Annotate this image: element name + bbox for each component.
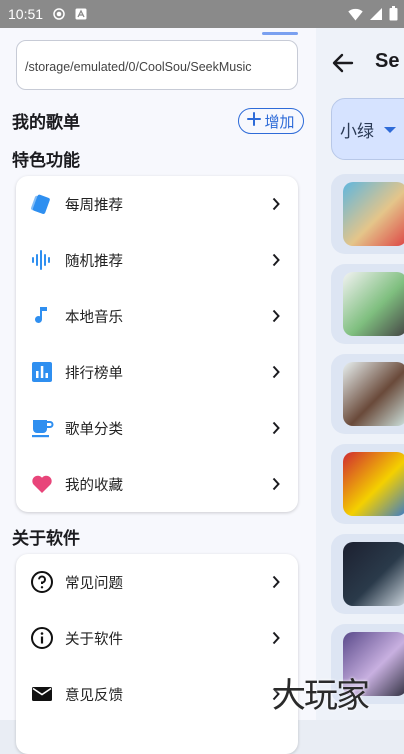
source-select-value: 小绿 (340, 122, 374, 142)
feature-item-charts[interactable]: 排行榜单 (16, 344, 298, 400)
weekly-card-icon (28, 190, 56, 218)
field-accent (262, 32, 298, 35)
storage-path-input[interactable] (23, 54, 295, 80)
feature-item-categories[interactable]: 歌单分类 (16, 400, 298, 456)
chevron-right-icon (272, 574, 280, 589)
chevron-right-icon (272, 196, 280, 211)
watermark-logo: 大玩家 (272, 676, 370, 716)
cover-thumbnail (343, 362, 404, 426)
feature-item-label: 本地音乐 (65, 310, 123, 326)
cover-thumbnail (343, 182, 404, 246)
chevron-right-icon (272, 420, 280, 435)
source-select[interactable]: 小绿 (331, 98, 404, 160)
my-playlists-title: 我的歌单 (12, 113, 80, 133)
status-time: 10:51 (8, 6, 44, 22)
heart-icon (28, 470, 56, 498)
feature-item-label: 每周推荐 (65, 198, 123, 214)
feature-item-label: 排行榜单 (65, 366, 123, 382)
chevron-right-icon (272, 630, 280, 645)
navigation-drawer: 我的歌单 增加 特色功能 每周推荐 随机推荐 本地音乐 (0, 28, 316, 754)
mv-card-5[interactable] (331, 534, 404, 614)
about-item-label: 常见问题 (65, 576, 123, 592)
mv-card-3[interactable] (331, 354, 404, 434)
about-item-faq[interactable]: 常见问题 (16, 554, 298, 610)
feature-item-local-music[interactable]: 本地音乐 (16, 288, 298, 344)
features-card: 每周推荐 随机推荐 本地音乐 排行榜单 歌单分类 我的收藏 (16, 176, 298, 512)
about-card: 常见问题 关于软件 意见反馈 (16, 554, 298, 754)
mv-card-1[interactable] (331, 174, 404, 254)
feature-item-random[interactable]: 随机推荐 (16, 232, 298, 288)
about-item-label: 关于软件 (65, 632, 123, 648)
record-icon (53, 8, 65, 20)
chevron-right-icon (272, 476, 280, 491)
storage-path-field[interactable] (16, 40, 298, 90)
signal-icon (369, 6, 383, 25)
cup-icon (28, 414, 56, 442)
info-circle-icon (28, 624, 56, 652)
feature-item-weekly[interactable]: 每周推荐 (16, 176, 298, 232)
features-title: 特色功能 (12, 151, 80, 171)
wifi-icon (348, 6, 363, 25)
app-notification-icon (75, 8, 87, 20)
chevron-right-icon (272, 364, 280, 379)
cover-thumbnail (343, 542, 404, 606)
music-note-icon (28, 302, 56, 330)
page-title: Se (375, 50, 400, 72)
add-playlist-button[interactable]: 增加 (238, 108, 304, 134)
dropdown-caret-icon (384, 127, 396, 133)
battery-icon (389, 6, 398, 25)
about-item-about[interactable]: 关于软件 (16, 610, 298, 666)
waveform-icon (28, 246, 56, 274)
feature-item-label: 歌单分类 (65, 422, 123, 438)
help-circle-icon (28, 568, 56, 596)
about-item-label: 意见反馈 (65, 688, 123, 704)
about-item-feedback[interactable]: 意见反馈 (16, 666, 298, 722)
mv-card-2[interactable] (331, 264, 404, 344)
status-bar: 10:51 (0, 0, 404, 28)
mail-icon (28, 680, 56, 708)
feature-item-label: 我的收藏 (65, 478, 123, 494)
cover-thumbnail (343, 452, 404, 516)
mv-card-4[interactable] (331, 444, 404, 524)
cover-thumbnail (343, 272, 404, 336)
about-title: 关于软件 (12, 529, 80, 549)
bar-chart-icon (28, 358, 56, 386)
feature-item-label: 随机推荐 (65, 254, 123, 270)
chevron-right-icon (272, 252, 280, 267)
feature-item-favorites[interactable]: 我的收藏 (16, 456, 298, 512)
chevron-right-icon (272, 308, 280, 323)
add-playlist-label: 增加 (264, 112, 295, 131)
plus-icon (247, 112, 262, 130)
back-arrow-icon[interactable] (330, 50, 356, 76)
